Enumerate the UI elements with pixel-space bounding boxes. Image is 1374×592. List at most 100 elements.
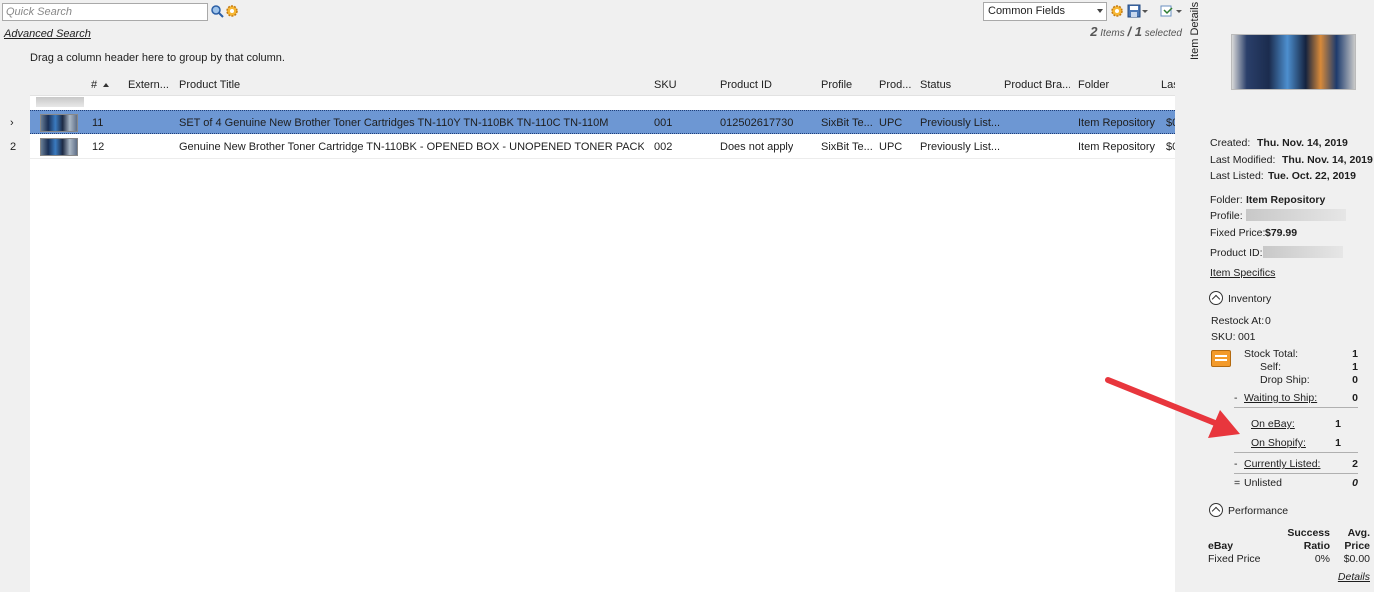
fields-dropdown-value: Common Fields — [988, 5, 1066, 17]
divider — [1234, 452, 1358, 453]
grid-header: # Extern... Product Title SKU Product ID… — [30, 70, 1175, 96]
column-header-external[interactable]: Extern... — [128, 79, 168, 91]
sort-ascending-icon — [103, 83, 110, 88]
fixed-price-label: Fixed Price: — [1210, 227, 1266, 239]
cell-folder: Item Repository — [1078, 117, 1156, 129]
table-row[interactable]: 11 SET of 4 Genuine New Brother Toner Ca… — [30, 110, 1175, 134]
row-number: 2 — [10, 141, 17, 153]
current-row-indicator: › — [10, 117, 14, 129]
inventory-header[interactable]: Inventory — [1228, 293, 1271, 305]
item-details-tab[interactable] — [1188, 0, 1206, 592]
success-ratio-value: 0% — [1314, 553, 1330, 565]
modified-value: Thu. Nov. 14, 2019 — [1282, 154, 1373, 166]
item-details-panel: Created: Thu. Nov. 14, 2019 Last Modifie… — [1206, 0, 1374, 592]
item-count-status: 2 Items / 1 selected — [1090, 24, 1182, 39]
cell-number: 12 — [92, 141, 105, 153]
avg-price-header-1: Avg. — [1347, 527, 1370, 539]
ebay-label: eBay — [1208, 540, 1234, 552]
cell-title: Genuine New Brother Toner Cartridge TN-1… — [179, 141, 644, 153]
column-header-last[interactable]: Las — [1161, 79, 1175, 91]
column-header-brand[interactable]: Product Bra... — [1004, 79, 1070, 91]
cell-profile: SixBit Te... — [821, 141, 873, 153]
advanced-search-link[interactable]: Advanced Search — [4, 28, 91, 40]
column-header-number[interactable]: # — [91, 79, 110, 91]
items-grid[interactable]: # Extern... Product Title SKU Product ID… — [30, 70, 1175, 592]
profile-label: Profile: — [1210, 210, 1243, 222]
column-header-folder[interactable]: Folder — [1078, 79, 1109, 91]
performance-details-link[interactable]: Details — [1338, 571, 1370, 583]
on-shopify-value: 1 — [1335, 437, 1341, 449]
export-icon[interactable] — [1160, 4, 1174, 18]
filter-row[interactable] — [30, 97, 1175, 107]
export-menu-caret-icon[interactable] — [1176, 10, 1182, 13]
fields-dropdown[interactable]: Common Fields — [983, 2, 1107, 21]
performance-header[interactable]: Performance — [1228, 505, 1288, 517]
self-value: 1 — [1352, 361, 1358, 373]
drop-ship-label: Drop Ship: — [1260, 374, 1310, 386]
column-header-profile[interactable]: Profile — [821, 79, 852, 91]
cell-sku: 001 — [654, 117, 673, 129]
field-settings-icon[interactable] — [1110, 4, 1124, 18]
row-indicator-column: › 2 — [0, 70, 30, 592]
item-specifics-link[interactable]: Item Specifics — [1210, 267, 1275, 279]
table-row[interactable]: 12 Genuine New Brother Toner Cartridge T… — [30, 135, 1175, 159]
waiting-to-ship-value: 0 — [1352, 392, 1358, 404]
unlisted-label: Unlisted — [1244, 477, 1282, 489]
minus-sign: - — [1234, 458, 1238, 470]
group-by-hint: Drag a column header here to group by th… — [30, 52, 285, 64]
search-options-icon[interactable] — [225, 4, 239, 18]
column-header-sku[interactable]: SKU — [654, 79, 677, 91]
restock-value: 0 — [1265, 315, 1271, 327]
quick-search-input[interactable]: Quick Search — [2, 3, 208, 21]
cell-product-id: 012502617730 — [720, 117, 794, 129]
group-by-panel[interactable]: Drag a column header here to group by th… — [0, 44, 1188, 70]
currently-listed-value: 2 — [1352, 458, 1358, 470]
product-id-value-redacted — [1263, 246, 1343, 258]
annotation-arrow-icon — [1105, 377, 1240, 438]
column-header-title[interactable]: Product Title — [179, 79, 240, 91]
modified-label: Last Modified: — [1210, 154, 1276, 166]
stock-total-value: 1 — [1352, 348, 1358, 360]
collapse-inventory-icon[interactable] — [1209, 291, 1223, 305]
cell-product-type: UPC — [879, 141, 903, 153]
product-image — [1231, 34, 1356, 90]
column-header-product-type[interactable]: Prod... — [879, 79, 911, 91]
cell-sku: 002 — [654, 141, 673, 153]
drop-ship-value: 0 — [1352, 374, 1358, 386]
product-thumbnail — [40, 138, 78, 156]
stock-total-label: Stock Total: — [1244, 348, 1299, 360]
success-ratio-header-1: Success — [1287, 527, 1330, 539]
on-ebay-value: 1 — [1335, 418, 1341, 430]
cell-product-id: Does not apply — [720, 141, 794, 153]
folder-label: Folder: — [1210, 194, 1243, 206]
cell-status: Previously List... — [920, 117, 1000, 129]
save-layout-icon[interactable] — [1127, 4, 1141, 18]
profile-value-redacted — [1246, 209, 1346, 221]
filter-image-cell — [36, 97, 84, 107]
folder-value: Item Repository — [1246, 194, 1326, 206]
collapse-performance-icon[interactable] — [1209, 503, 1223, 517]
sku-label: SKU: — [1211, 331, 1236, 343]
unlisted-value: 0 — [1352, 477, 1358, 489]
search-icon[interactable] — [210, 4, 224, 18]
cell-folder: Item Repository — [1078, 141, 1156, 153]
sku-value: 001 — [1238, 331, 1256, 343]
created-label: Created: — [1210, 137, 1251, 149]
self-label: Self: — [1260, 361, 1282, 373]
last-listed-value: Tue. Oct. 22, 2019 — [1268, 170, 1356, 182]
last-listed-label: Last Listed: — [1210, 170, 1264, 182]
product-id-label: Product ID: — [1210, 247, 1263, 259]
item-details-tab-label[interactable]: Item Details — [1189, 2, 1201, 60]
column-header-product-id[interactable]: Product ID — [720, 79, 772, 91]
column-header-status[interactable]: Status — [920, 79, 951, 91]
cell-product-type: UPC — [879, 117, 903, 129]
created-value: Thu. Nov. 14, 2019 — [1257, 137, 1348, 149]
fixed-price-value: $79.99 — [1265, 227, 1298, 239]
cell-last: $0 — [1166, 117, 1175, 129]
currently-listed-link[interactable]: Currently Listed: — [1244, 458, 1320, 470]
success-ratio-header-2: Ratio — [1303, 540, 1330, 552]
cell-number: 11 — [92, 117, 104, 129]
equals-sign: = — [1234, 477, 1241, 489]
save-menu-caret-icon[interactable] — [1142, 10, 1148, 13]
divider — [1234, 473, 1358, 474]
